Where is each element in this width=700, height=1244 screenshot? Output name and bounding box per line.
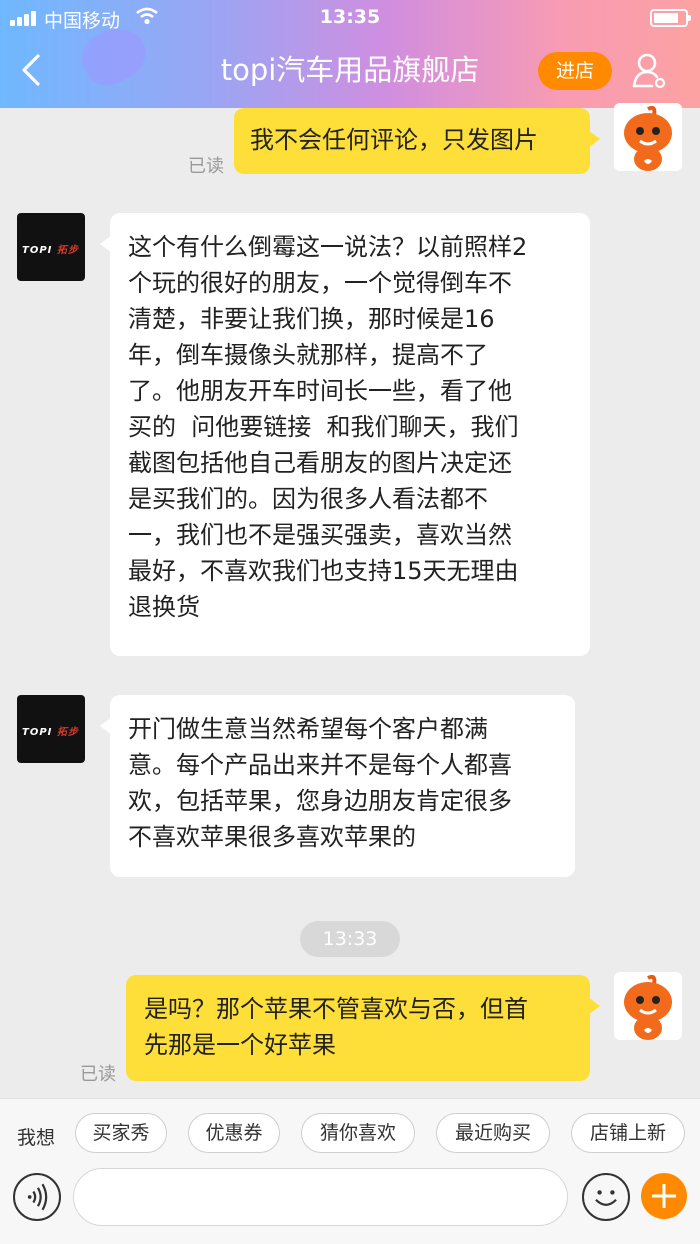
enter-store-button[interactable]: 进店 [538,52,612,90]
message-input[interactable] [73,1168,568,1226]
message-line: 退换货 [128,593,200,621]
my-avatar[interactable] [614,972,682,1040]
status-bar: 中国移动 13:35 [0,0,700,36]
shop-message-bubble[interactable]: 开门做生意当然希望每个客户都满 意。每个产品出来并不是每个人都喜 欢，包括苹果，… [100,695,575,877]
my-avatar[interactable] [614,103,682,171]
header: 中国移动 13:35 topi汽车用品旗舰店 进店 [0,0,700,108]
plus-icon[interactable] [641,1173,687,1219]
battery-icon [650,9,691,27]
shop-message-bubble[interactable]: 这个有什么倒霉这一说法？以前照样2 个玩的很好的朋友，一个觉得倒车不 清楚，非要… [100,213,590,656]
message-line: 不喜欢苹果很多喜欢苹果的 [128,823,416,851]
read-status: 已读 [188,156,224,177]
mascot-icon [614,972,682,1040]
message-line: 欢，包括苹果，您身边朋友肯定很多 [128,787,512,815]
my-message-bubble[interactable]: 我不会任何评论，只发图片 [234,108,600,174]
mascot-icon [614,103,682,171]
timestamp-pill: 13:33 [300,921,400,957]
chip-buyer-show[interactable]: 买家秀 [75,1113,167,1153]
chip-coupon[interactable]: 优惠券 [188,1113,280,1153]
quick-reply-label: 我想 [17,1127,56,1149]
input-bar [0,1168,700,1244]
my-message-bubble[interactable]: 是吗？那个苹果不管喜欢与否，但首 先那是一个好苹果 [126,975,600,1081]
profile-icon[interactable] [632,52,668,90]
message-line: 买的 问他要链接 和我们聊天，我们 [128,413,519,441]
shop-avatar[interactable]: TOPI 拓步 [17,213,85,281]
quick-reply-bar: 我想 买家秀 优惠券 猜你喜欢 最近购买 店铺上新 [0,1098,700,1168]
message-line: 是吗？那个苹果不管喜欢与否，但首 [144,995,528,1023]
message-line: 先那是一个好苹果 [144,1031,336,1059]
message-line: 截图包括他自己看朋友的图片决定还 [128,449,512,477]
message-line: 个玩的很好的朋友，一个觉得倒车不 [128,269,512,297]
shop-avatar[interactable]: TOPI 拓步 [17,695,85,763]
read-status: 已读 [80,1064,116,1085]
status-time: 13:35 [319,6,381,28]
shop-logo: TOPI 拓步 [22,245,79,256]
message-text: 我不会任何评论，只发图片 [250,126,538,154]
message-line: 是买我们的。因为很多人看法都不 [128,485,488,513]
message-line: 年，倒车摄像头就那样，提高不了 [128,341,488,369]
message-line: 清楚，非要让我们换，那时候是16 [128,305,495,333]
message-line: 最好，不喜欢我们也支持15天无理由 [128,557,519,585]
voice-icon[interactable] [13,1173,61,1221]
message-line: 这个有什么倒霉这一说法？以前照样2 [128,233,528,261]
message-line: 开门做生意当然希望每个客户都满 [128,715,488,743]
emoji-icon[interactable] [582,1173,630,1221]
chip-recommend[interactable]: 猜你喜欢 [301,1113,415,1153]
chip-new-arrivals[interactable]: 店铺上新 [571,1113,685,1153]
chip-recent-purchase[interactable]: 最近购买 [436,1113,550,1153]
message-line: 意。每个产品出来并不是每个人都喜 [128,751,512,779]
shop-logo: TOPI 拓步 [22,727,79,738]
message-line: 一，我们也不是强买强卖，喜欢当然 [128,521,512,549]
message-line: 了。他朋友开车时间长一些，看了他 [128,377,512,405]
